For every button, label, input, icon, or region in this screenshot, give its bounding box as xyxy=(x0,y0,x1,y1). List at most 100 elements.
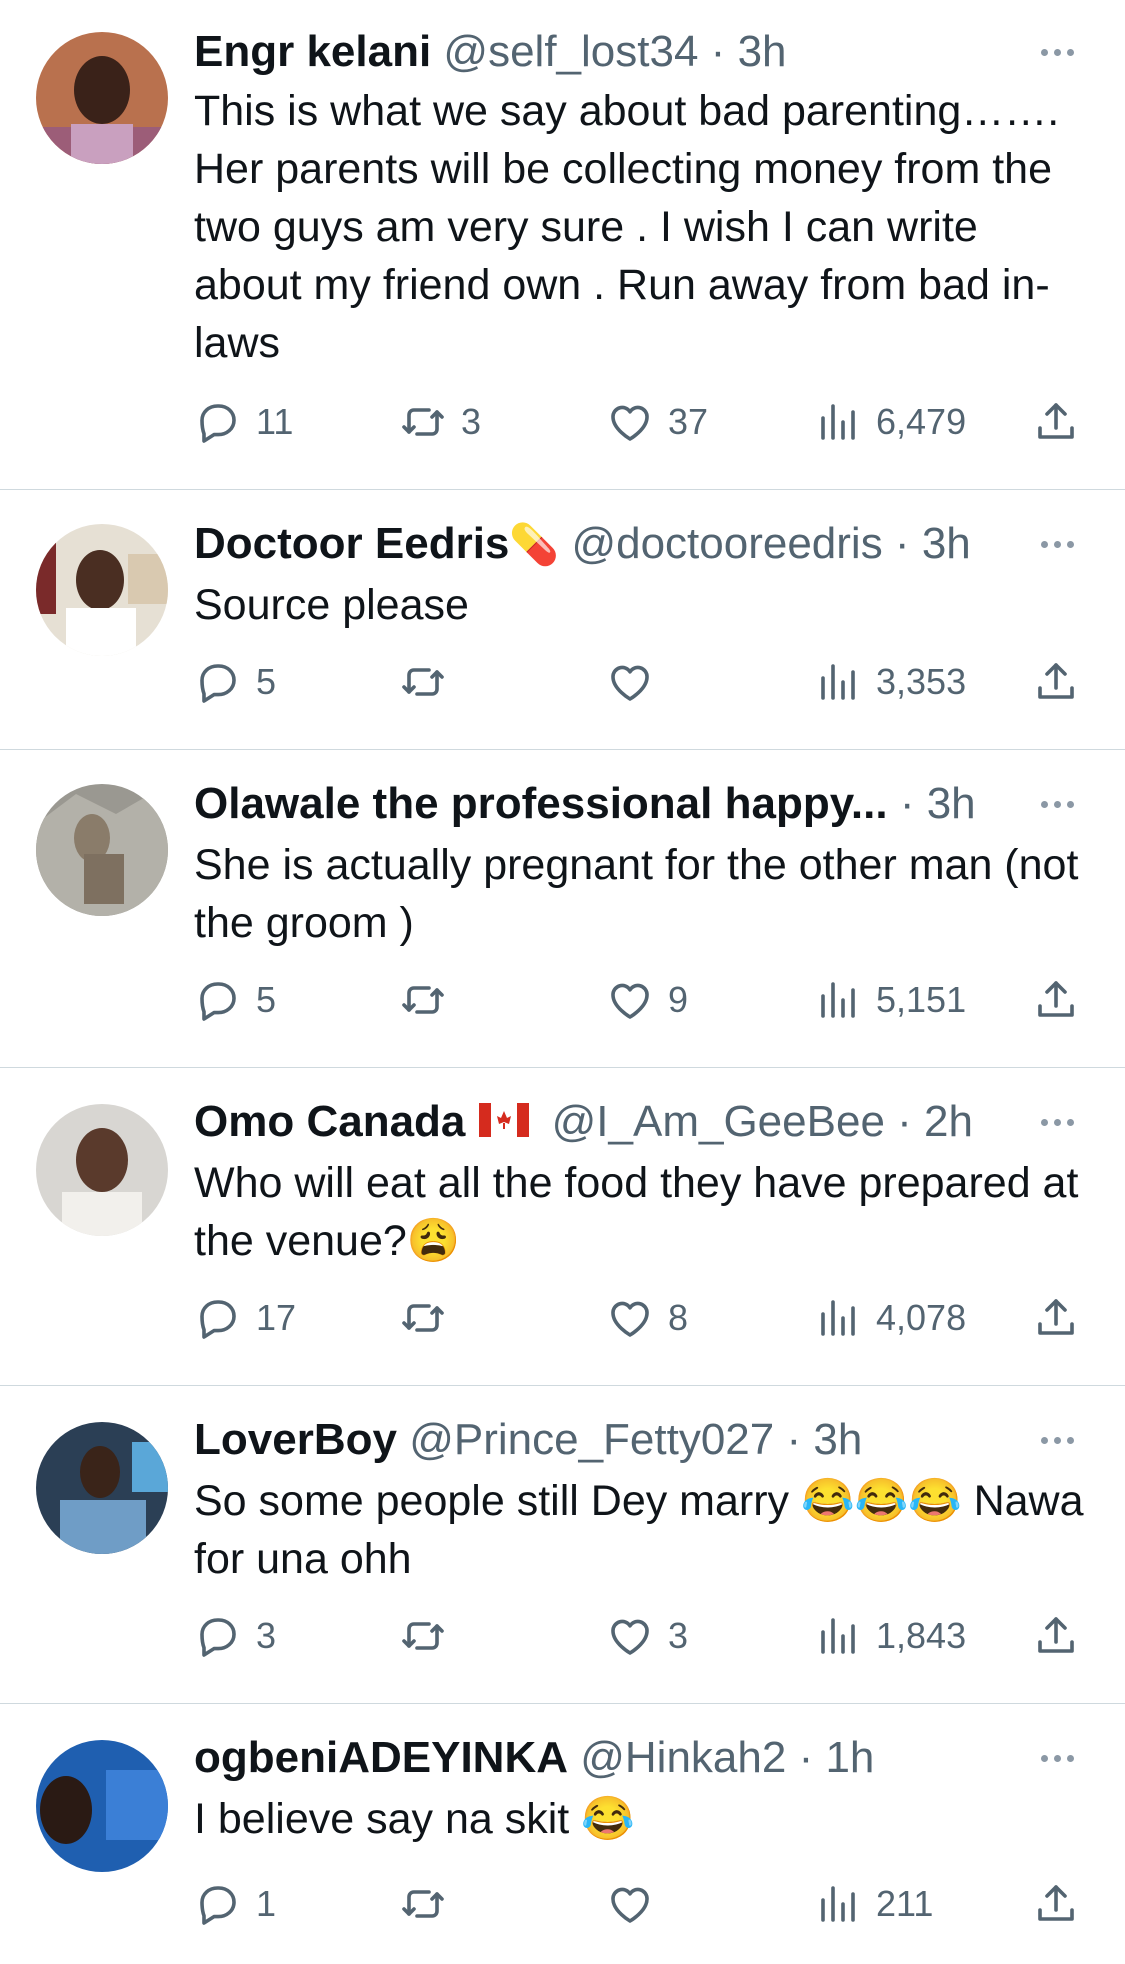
timestamp[interactable]: 3h xyxy=(922,519,971,568)
like-button[interactable]: 3 xyxy=(606,1608,688,1664)
avatar[interactable] xyxy=(36,784,168,916)
retweet-button[interactable] xyxy=(399,1290,461,1346)
retweet-button[interactable] xyxy=(399,1876,461,1932)
reply-button[interactable]: 1 xyxy=(194,1876,276,1932)
views-button[interactable]: 3,353 xyxy=(814,654,966,710)
retweet-icon xyxy=(399,1294,447,1342)
retweet-button[interactable]: 3 xyxy=(399,394,481,450)
view-count: 3,353 xyxy=(876,661,967,702)
share-button[interactable] xyxy=(1032,1290,1080,1346)
views-button[interactable]: 5,151 xyxy=(814,972,966,1028)
share-icon xyxy=(1032,1294,1080,1342)
avatar[interactable] xyxy=(36,32,168,164)
like-button[interactable]: 8 xyxy=(606,1290,688,1346)
reply-icon xyxy=(194,1880,242,1928)
views-icon xyxy=(814,1294,862,1342)
share-button[interactable] xyxy=(1032,394,1080,450)
share-button[interactable] xyxy=(1032,1876,1080,1932)
tweet-actions: 17 8 4,078 xyxy=(194,1290,1094,1346)
username[interactable]: @Hinkah2 xyxy=(580,1733,786,1782)
timestamp[interactable]: 3h xyxy=(813,1415,862,1464)
tweet-header: ogbeniADEYINKA @Hinkah2 · 1h xyxy=(194,1733,875,1782)
like-count: 37 xyxy=(668,401,709,442)
reply-count: 11 xyxy=(256,401,294,442)
tweet[interactable]: Engr kelani @self_lost34 · 3h This is wh… xyxy=(0,0,1125,490)
timestamp[interactable]: 2h xyxy=(924,1097,973,1146)
more-icon[interactable] xyxy=(1029,1732,1085,1784)
like-icon xyxy=(606,658,654,706)
username[interactable]: @self_lost34 xyxy=(443,27,698,76)
like-button[interactable]: 9 xyxy=(606,972,688,1028)
canada-flag-icon xyxy=(479,1103,530,1138)
tweet-text: I believe say na skit 😂 xyxy=(194,1795,635,1843)
more-icon[interactable] xyxy=(1029,1096,1085,1148)
retweet-icon xyxy=(399,1880,447,1928)
share-button[interactable] xyxy=(1032,972,1080,1028)
tweet-text: Source please xyxy=(194,581,469,629)
reply-button[interactable]: 11 xyxy=(194,394,293,450)
more-icon[interactable] xyxy=(1029,518,1085,570)
tweet-header: LoverBoy @Prince_Fetty027 · 3h xyxy=(194,1415,863,1464)
retweet-button[interactable] xyxy=(399,1608,461,1664)
avatar[interactable] xyxy=(36,1740,168,1872)
reply-button[interactable]: 5 xyxy=(194,972,276,1028)
like-icon xyxy=(606,1612,654,1660)
reply-button[interactable]: 5 xyxy=(194,654,276,710)
tweet[interactable]: Doctoor Eedris💊 @doctooreedris · 3h Sour… xyxy=(0,490,1125,750)
retweet-button[interactable] xyxy=(399,972,461,1028)
tweet[interactable]: LoverBoy @Prince_Fetty027 · 3h So some p… xyxy=(0,1386,1125,1704)
pill-emoji: 💊 xyxy=(509,522,560,568)
views-icon xyxy=(814,1880,862,1928)
display-name[interactable]: Doctoor Eedris xyxy=(194,519,509,568)
like-icon xyxy=(606,976,654,1024)
tweet-actions: 11 3 37 6,479 xyxy=(194,394,1094,450)
like-button[interactable] xyxy=(606,654,668,710)
retweet-icon xyxy=(399,398,447,446)
views-button[interactable]: 1,843 xyxy=(814,1608,966,1664)
timestamp[interactable]: 3h xyxy=(927,779,976,828)
more-icon[interactable] xyxy=(1029,778,1085,830)
tweet-header: Doctoor Eedris💊 @doctooreedris · 3h xyxy=(194,519,971,568)
tweet-actions: 5 3,353 xyxy=(194,654,1094,710)
view-count: 5,151 xyxy=(876,979,967,1020)
display-name[interactable]: LoverBoy xyxy=(194,1415,397,1464)
like-button[interactable] xyxy=(606,1876,668,1932)
more-icon[interactable] xyxy=(1029,1414,1085,1466)
views-button[interactable]: 4,078 xyxy=(814,1290,966,1346)
tweet-header: Olawale the professional happy... · 3h xyxy=(194,779,976,828)
username[interactable]: @Prince_Fetty027 xyxy=(409,1415,774,1464)
tweet-header: Engr kelani @self_lost34 · 3h xyxy=(194,27,787,76)
tweet-actions: 5 9 5,151 xyxy=(194,972,1094,1028)
share-button[interactable] xyxy=(1032,1608,1080,1664)
reply-button[interactable]: 17 xyxy=(194,1290,296,1346)
timestamp[interactable]: 1h xyxy=(825,1733,874,1782)
avatar[interactable] xyxy=(36,1422,168,1554)
views-button[interactable]: 211 xyxy=(814,1876,933,1932)
avatar[interactable] xyxy=(36,1104,168,1236)
username[interactable]: @I_Am_GeeBee xyxy=(552,1097,885,1146)
tweet[interactable]: Olawale the professional happy... · 3h S… xyxy=(0,750,1125,1068)
tweet-text: She is actually pregnant for the other m… xyxy=(194,841,1079,947)
avatar[interactable] xyxy=(36,524,168,656)
display-name[interactable]: Omo Canada xyxy=(194,1097,465,1146)
tweet[interactable]: Omo Canada @I_Am_GeeBee · 2h Who will ea… xyxy=(0,1068,1125,1386)
like-button[interactable]: 37 xyxy=(606,394,708,450)
reply-button[interactable]: 3 xyxy=(194,1608,276,1664)
retweet-button[interactable] xyxy=(399,654,461,710)
tweet[interactable]: ogbeniADEYINKA @Hinkah2 · 1h I believe s… xyxy=(0,1704,1125,1964)
username[interactable]: @doctooreedris xyxy=(571,519,882,568)
display-name[interactable]: ogbeniADEYINKA xyxy=(194,1733,568,1782)
reply-count: 5 xyxy=(256,661,277,702)
timestamp[interactable]: 3h xyxy=(738,27,787,76)
display-name[interactable]: Engr kelani xyxy=(194,27,431,76)
reply-count: 1 xyxy=(256,1883,277,1924)
views-icon xyxy=(814,1612,862,1660)
views-icon xyxy=(814,658,862,706)
more-icon[interactable] xyxy=(1029,26,1085,78)
views-button[interactable]: 6,479 xyxy=(814,394,966,450)
reply-icon xyxy=(194,658,242,706)
share-button[interactable] xyxy=(1032,654,1080,710)
like-count: 3 xyxy=(668,1615,689,1656)
tweet-actions: 1 211 xyxy=(194,1876,1094,1932)
display-name[interactable]: Olawale the professional happy... xyxy=(194,779,888,828)
